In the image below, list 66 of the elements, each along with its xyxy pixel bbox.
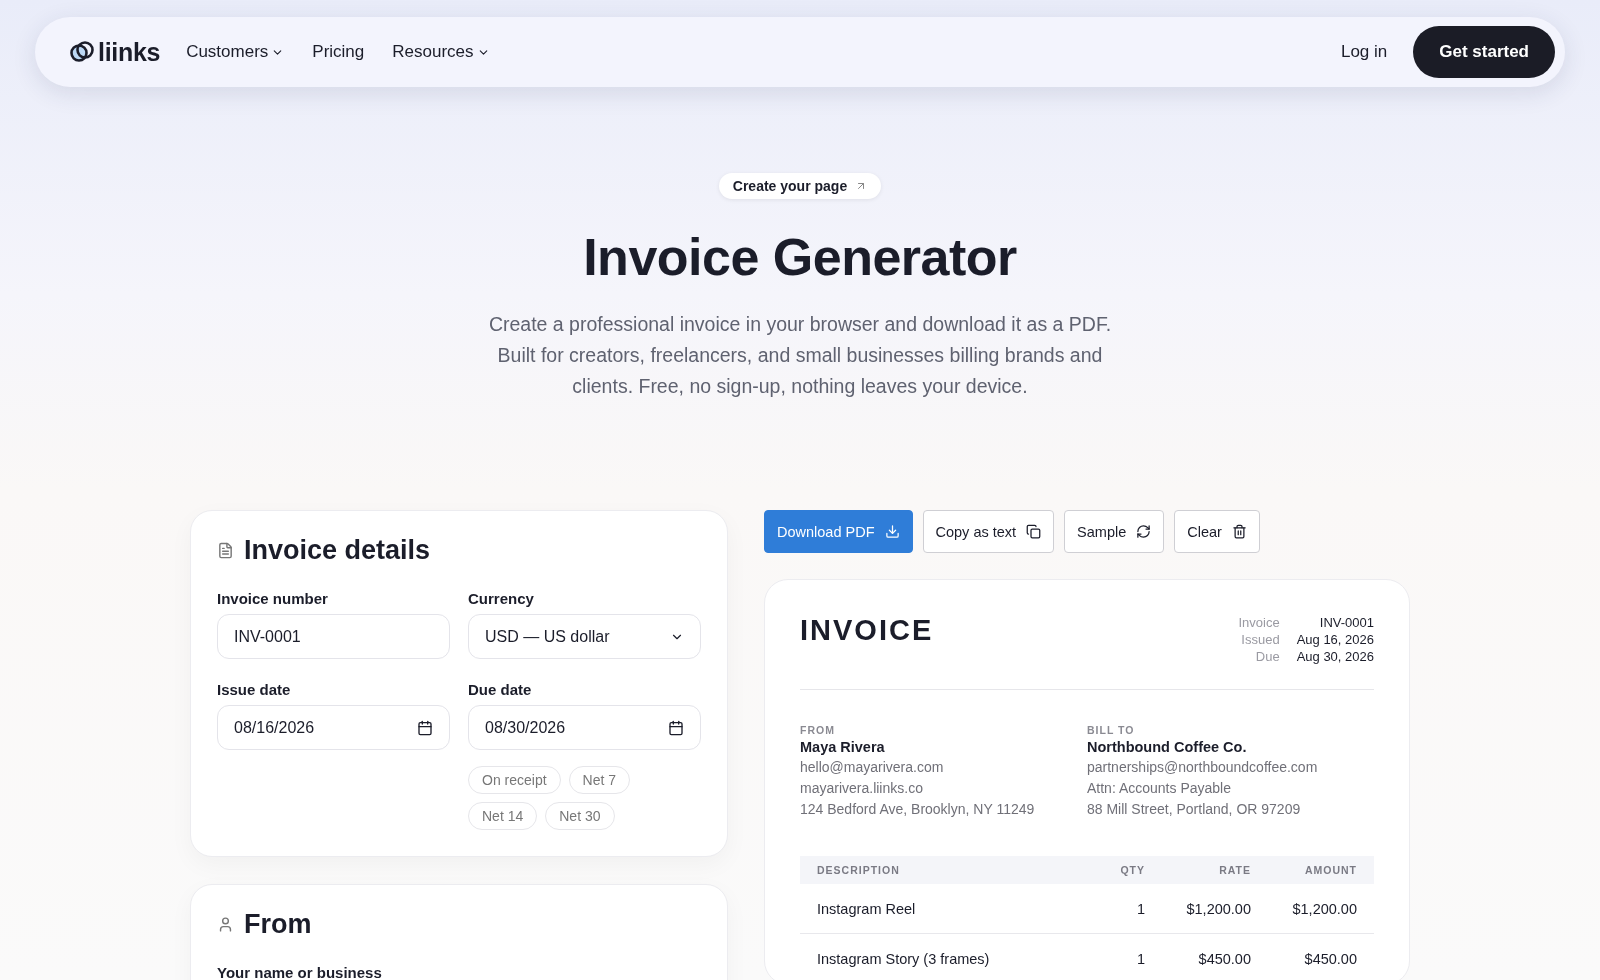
document-icon bbox=[217, 542, 234, 559]
field-label: Issue date bbox=[217, 681, 292, 698]
column-header: DESCRIPTION bbox=[817, 864, 901, 876]
card-title: Invoice details bbox=[244, 535, 431, 566]
copy-icon bbox=[1026, 524, 1042, 539]
table-cell-text: 1 bbox=[1135, 900, 1145, 917]
party-heading: BILL TO bbox=[1087, 724, 1136, 736]
action-button[interactable]: Sample bbox=[1064, 510, 1165, 553]
payment-term-chip[interactable]: Net 30 bbox=[545, 802, 615, 830]
party-detail: Attn: Accounts Payable bbox=[1087, 779, 1232, 798]
field-label: Invoice number bbox=[217, 590, 329, 607]
download-icon bbox=[884, 524, 900, 539]
invoice-heading: INVOICE bbox=[800, 614, 934, 648]
meta-label: Due bbox=[1254, 648, 1280, 665]
payment-term-chip[interactable]: On receipt bbox=[468, 766, 561, 794]
meta-value: INV-0001 bbox=[1318, 614, 1374, 631]
party-name: Maya Rivera bbox=[800, 739, 886, 755]
payment-term-chip[interactable]: Net 14 bbox=[468, 802, 538, 830]
date-field[interactable]: 08/16/2026 bbox=[217, 705, 450, 750]
meta-label: Invoice bbox=[1238, 614, 1280, 631]
trash-icon bbox=[1231, 524, 1247, 539]
party-detail: partnerships@northboundcoffee.com bbox=[1087, 758, 1319, 777]
table-cell-text: $1,200.00 bbox=[1291, 900, 1357, 917]
input-field[interactable]: INV-0001 bbox=[217, 614, 450, 659]
party-detail: hello@mayarivera.com bbox=[800, 758, 945, 777]
currency-select[interactable]: USD — US dollar bbox=[468, 614, 701, 659]
party-heading: FROM bbox=[800, 724, 836, 736]
table-cell-text: Instagram Story (3 frames) bbox=[817, 950, 991, 967]
refresh-icon bbox=[1136, 524, 1152, 539]
payment-term-chip[interactable]: Net 7 bbox=[568, 766, 631, 794]
logo-text[interactable]: liinks bbox=[98, 37, 161, 67]
table-cell-text: $450.00 bbox=[1197, 950, 1251, 967]
meta-value: Aug 30, 2026 bbox=[1296, 648, 1374, 665]
field-label: Your name or business bbox=[217, 964, 382, 980]
action-button[interactable]: Copy as text bbox=[922, 510, 1055, 553]
column-header: QTY bbox=[1119, 864, 1145, 876]
meta-value: Aug 16, 2026 bbox=[1296, 631, 1374, 648]
login-link[interactable]: Log in bbox=[1340, 42, 1388, 62]
nav-link[interactable]: Pricing bbox=[312, 42, 365, 62]
table-cell-text: 1 bbox=[1135, 950, 1145, 967]
action-button[interactable]: Clear bbox=[1174, 510, 1260, 553]
party-detail: 124 Bedford Ave, Brooklyn, NY 11249 bbox=[800, 800, 1036, 819]
field-label: Currency bbox=[468, 590, 535, 607]
date-field[interactable]: 08/30/2026 bbox=[468, 705, 701, 750]
table-cell-text: $1,200.00 bbox=[1185, 900, 1251, 917]
party-detail: mayarivera.liinks.co bbox=[800, 779, 924, 798]
party-detail: 88 Mill Street, Portland, OR 97209 bbox=[1087, 800, 1302, 819]
party-name: Northbound Coffee Co. bbox=[1087, 739, 1248, 755]
column-header: AMOUNT bbox=[1303, 864, 1357, 876]
person-icon bbox=[217, 916, 234, 933]
get-started-button[interactable]: Get started bbox=[1413, 26, 1555, 78]
logo-icon bbox=[69, 39, 95, 65]
column-header: RATE bbox=[1218, 864, 1251, 876]
create-page-link[interactable]: Create your page bbox=[718, 173, 882, 199]
card-title: From bbox=[244, 909, 312, 940]
page-title: Invoice Generator bbox=[583, 227, 1017, 287]
calendar-icon[interactable] bbox=[417, 719, 433, 736]
field-label: Due date bbox=[468, 681, 533, 698]
action-button[interactable]: Download PDF bbox=[764, 510, 913, 553]
nav-link[interactable]: Customers bbox=[186, 42, 285, 62]
table-cell-text: Instagram Reel bbox=[817, 900, 917, 917]
meta-label: Issued bbox=[1240, 631, 1280, 648]
table-cell-text: $450.00 bbox=[1303, 950, 1357, 967]
nav-link[interactable]: Resources bbox=[392, 42, 490, 62]
page-subtitle: Create a professional invoice in your browser and download it as a PDF. Built for creators, freelancers, and small businesses billing brands and clients. Free, no sign-up, nothing leaves your device. bbox=[487, 312, 1113, 399]
calendar-icon[interactable] bbox=[668, 719, 684, 736]
